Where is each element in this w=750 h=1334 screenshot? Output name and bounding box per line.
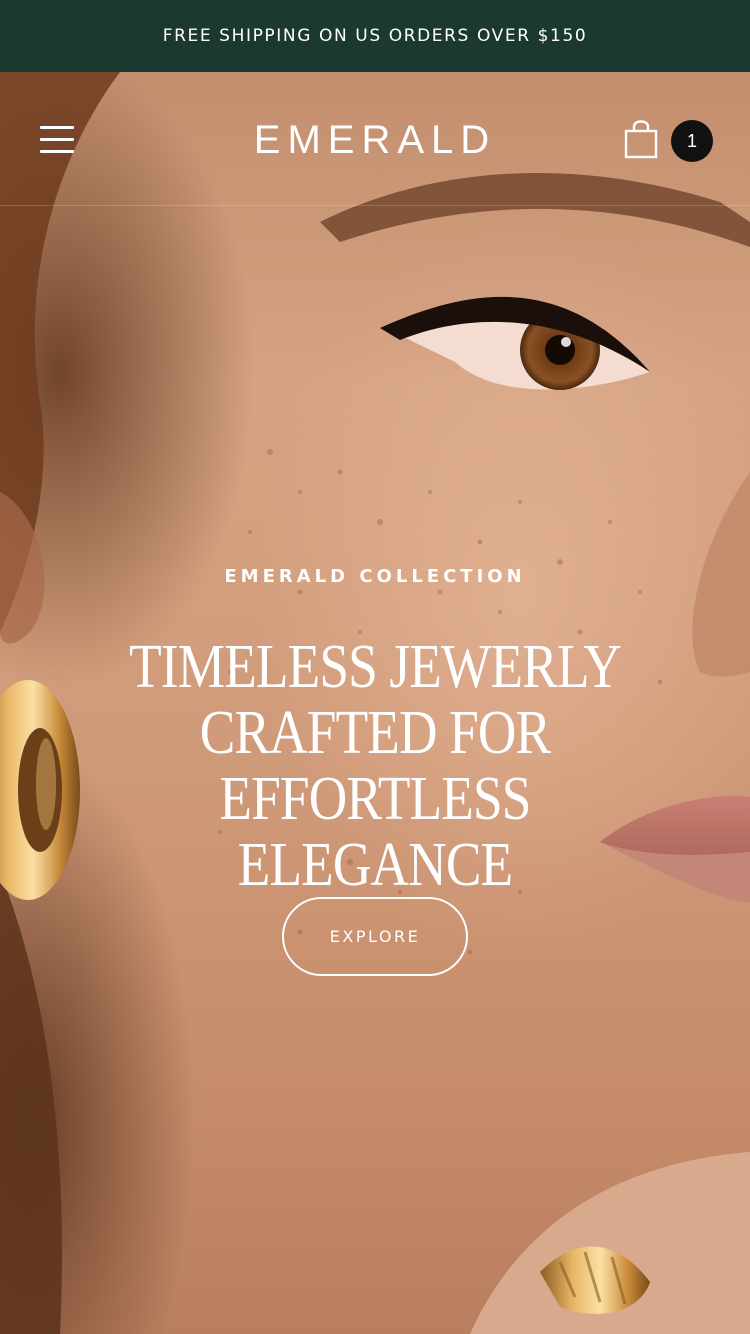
announcement-text: FREE SHIPPING ON US ORDERS OVER $150 [162, 26, 588, 46]
shopping-bag-icon-svg [624, 120, 658, 159]
cart-count-badge[interactable]: 1 [671, 120, 713, 162]
hero-eyebrow: EMERALD COLLECTION [224, 566, 526, 587]
explore-button[interactable]: EXPLORE [282, 897, 468, 976]
announcement-bar: FREE SHIPPING ON US ORDERS OVER $150 [0, 0, 750, 72]
hero-title: TIMELESS JEWERLY CRAFTED FOR EFFORTLESS … [129, 633, 622, 899]
page: FREE SHIPPING ON US ORDERS OVER $150 EME… [0, 0, 750, 1334]
shopping-bag-icon[interactable] [622, 120, 660, 160]
site-header: EMERALD 1 [0, 72, 750, 206]
